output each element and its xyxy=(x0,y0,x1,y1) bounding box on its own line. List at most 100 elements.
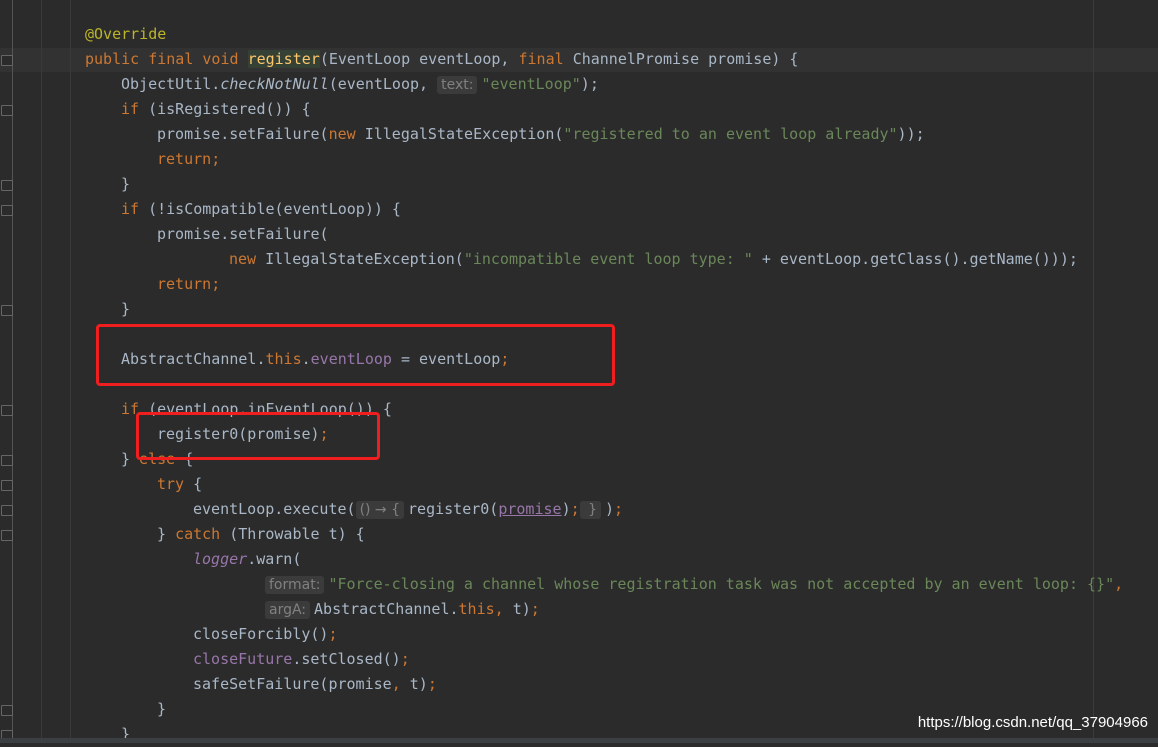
code-token: promise.setFailure( xyxy=(157,125,329,143)
fold-toggle-icon[interactable] xyxy=(1,305,13,316)
parameter-hint: format: xyxy=(265,576,325,594)
code-line[interactable]: return; xyxy=(85,272,1123,297)
code-token: t) xyxy=(512,600,531,618)
code-token: } xyxy=(121,175,131,193)
code-token: ; xyxy=(400,650,410,668)
code-token: closeForcibly() xyxy=(193,625,329,643)
code-token: "registered to an event loop already" xyxy=(563,125,898,143)
watermark: https://blog.csdn.net/qq_37904966 xyxy=(917,714,1148,731)
code-token: IllegalStateException( xyxy=(265,250,464,268)
code-token: } xyxy=(157,700,167,718)
code-token: new xyxy=(328,125,365,143)
code-token: ) xyxy=(561,500,571,518)
code-token: (EventLoop eventLoop, xyxy=(319,50,519,68)
code-line[interactable]: closeFuture.setClosed(); xyxy=(85,647,1123,672)
code-line[interactable]: ObjectUtil.checkNotNull(eventLoop, text:… xyxy=(85,72,1123,97)
code-line[interactable]: promise.setFailure( xyxy=(85,222,1123,247)
code-token: } xyxy=(121,300,131,318)
code-token: )); xyxy=(897,125,925,143)
code-token: + eventLoop.getClass().getName())); xyxy=(752,250,1078,268)
fold-toggle-icon[interactable] xyxy=(1,480,13,491)
code-token: "incompatible event loop type: " xyxy=(463,250,753,268)
code-token: (!isCompatible(eventLoop)) { xyxy=(148,200,401,218)
code-line[interactable]: try { xyxy=(85,472,1123,497)
code-token: (Throwable t) { xyxy=(229,525,365,543)
code-token: promise.setFailure( xyxy=(157,225,329,243)
code-line[interactable]: } catch (Throwable t) { xyxy=(85,522,1123,547)
parameter-hint: argA: xyxy=(265,601,311,619)
highlight-box-register0 xyxy=(136,412,380,460)
fold-toggle-icon[interactable] xyxy=(1,530,13,541)
code-token: public final void xyxy=(85,50,248,68)
code-token: register0( xyxy=(408,500,499,518)
code-line[interactable]: if (!isCompatible(eventLoop)) { xyxy=(85,197,1123,222)
code-token: , xyxy=(1114,575,1124,593)
fold-toggle-icon[interactable] xyxy=(1,55,13,66)
indent-guide xyxy=(41,0,42,743)
fold-toggle-icon[interactable] xyxy=(1,455,13,466)
code-token: eventLoop.execute( xyxy=(193,500,356,518)
code-token: final xyxy=(518,50,573,68)
code-token: @Override xyxy=(85,25,167,43)
code-token: closeFuture xyxy=(193,650,293,668)
fold-toggle-icon[interactable] xyxy=(1,505,13,516)
code-token: .warn( xyxy=(247,550,302,568)
code-token: "Force-closing a channel whose registrat… xyxy=(328,575,1115,593)
code-token: (eventLoop, xyxy=(328,75,438,93)
code-line[interactable]: @Override xyxy=(85,22,1123,47)
code-token: catch xyxy=(175,525,230,543)
code-token: IllegalStateException( xyxy=(364,125,564,143)
code-line[interactable]: } xyxy=(85,297,1123,322)
code-token: safeSetFailure(promise xyxy=(193,675,392,693)
code-line[interactable]: public final void register(EventLoop eve… xyxy=(85,47,1123,72)
code-token: AbstractChannel. xyxy=(314,600,459,618)
code-line[interactable]: promise.setFailure(new IllegalStateExcep… xyxy=(85,122,1123,147)
code-token: ; xyxy=(570,500,580,518)
fold-toggle-icon[interactable] xyxy=(1,105,13,116)
code-token: { xyxy=(193,475,203,493)
code-line[interactable]: logger.warn( xyxy=(85,547,1123,572)
horizontal-scrollbar[interactable] xyxy=(0,738,1158,743)
code-token: ObjectUtil. xyxy=(121,75,221,93)
code-token: , xyxy=(494,600,513,618)
fold-toggle-icon[interactable] xyxy=(1,180,13,191)
fold-toggle-icon[interactable] xyxy=(1,705,13,716)
code-token: t) xyxy=(409,675,428,693)
fold-toggle-icon[interactable] xyxy=(1,405,13,416)
code-token: return xyxy=(157,275,212,293)
code-line[interactable]: format: "Force-closing a channel whose re… xyxy=(85,572,1123,597)
parameter-hint: } xyxy=(579,501,601,519)
code-token: ChannelPromise promise) { xyxy=(572,50,799,68)
code-token: if xyxy=(121,100,149,118)
code-line[interactable]: closeForcibly(); xyxy=(85,622,1123,647)
code-line[interactable]: eventLoop.execute(() → {register0(promis… xyxy=(85,497,1123,522)
indent-guide xyxy=(70,0,71,743)
code-line[interactable]: safeSetFailure(promise, t); xyxy=(85,672,1123,697)
code-token: if xyxy=(121,200,149,218)
code-token: ; xyxy=(211,150,221,168)
code-line[interactable]: new IllegalStateException("incompatible … xyxy=(85,247,1123,272)
highlight-box-assignment xyxy=(96,324,615,386)
code-token: } xyxy=(157,525,176,543)
code-token: logger xyxy=(193,550,248,568)
code-token: register xyxy=(247,50,320,68)
parameter-hint: () → { xyxy=(355,501,405,519)
code-token: new xyxy=(229,250,266,268)
code-token: checkNotNull xyxy=(220,75,329,93)
code-token: return xyxy=(157,150,212,168)
code-token: , xyxy=(391,675,410,693)
code-token: ; xyxy=(530,600,540,618)
code-token: ; xyxy=(427,675,437,693)
fold-toggle-icon[interactable] xyxy=(1,205,13,216)
code-token: ; xyxy=(328,625,338,643)
code-line[interactable]: if (isRegistered()) { xyxy=(85,97,1123,122)
code-token: ) xyxy=(604,500,615,518)
code-token: ; xyxy=(211,275,221,293)
code-line[interactable]: return; xyxy=(85,147,1123,172)
code-token: try xyxy=(157,475,194,493)
code-token: (isRegistered()) { xyxy=(148,100,311,118)
parameter-hint: text: xyxy=(437,76,478,94)
code-token: .setClosed() xyxy=(292,650,401,668)
code-line[interactable]: } xyxy=(85,172,1123,197)
code-line[interactable]: argA: AbstractChannel.this, t); xyxy=(85,597,1123,622)
